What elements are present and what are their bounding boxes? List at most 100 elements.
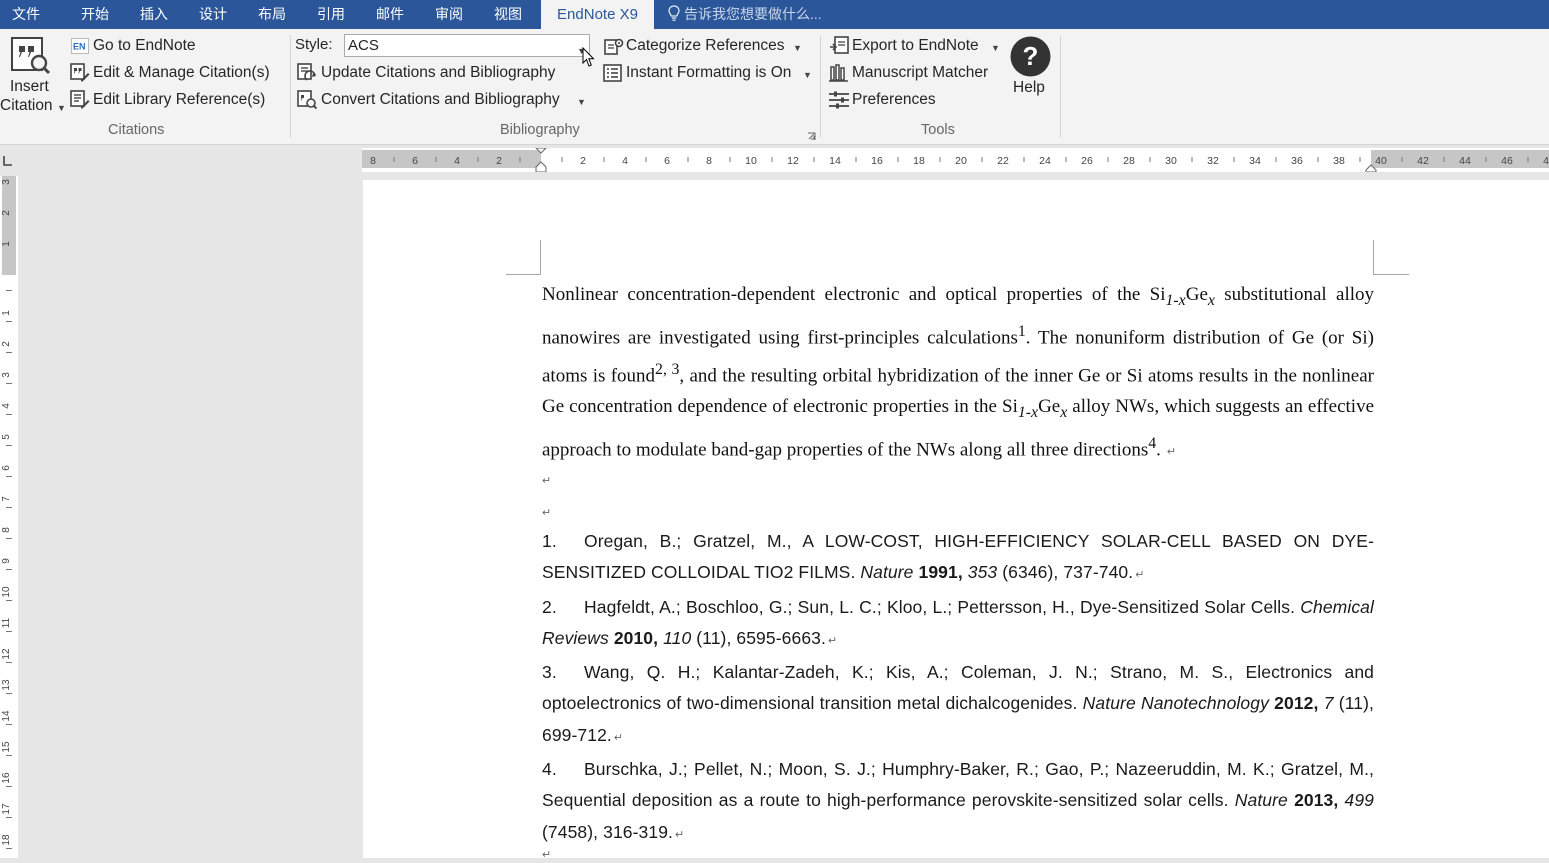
paragraph-mark: ↵ <box>827 634 838 647</box>
tab-4[interactable]: 布局 <box>258 0 286 29</box>
tab-selector-icon[interactable] <box>2 154 14 172</box>
reference-year: 2013, <box>1294 790 1339 811</box>
convert-citations-icon <box>297 90 318 114</box>
reference-number: 3. <box>542 662 557 683</box>
ruler-label: 34 <box>1249 155 1261 167</box>
paragraph-mark: ↵ <box>675 828 685 841</box>
svg-text:EN: EN <box>73 42 86 52</box>
instant-formatting-dropdown-icon[interactable]: ▼ <box>803 70 812 80</box>
ruler-label: 12 <box>1 648 12 660</box>
ruler-label: 2 <box>1 341 12 347</box>
citations-group-label: Citations <box>108 122 165 138</box>
convert-citations-button[interactable]: Convert Citations and Bibliography <box>321 91 560 109</box>
help-button[interactable]: ? <box>1010 36 1051 82</box>
reference-year: 2010, <box>613 627 659 648</box>
reference-entry[interactable]: 2. Hagfeldt, A.; Boschloo, G.; Sun, L. C.… <box>542 592 1374 658</box>
ruler-label: 1 <box>1 241 12 247</box>
citation-marker[interactable]: 4 <box>1148 435 1156 452</box>
ribbon: Insert Citation ▼ EN Go to EndNote Edit … <box>0 29 1549 145</box>
style-value: ACS <box>348 37 379 54</box>
paragraph-mark: ↵ <box>1135 569 1145 582</box>
ruler-label: 36 <box>1291 155 1303 167</box>
reference-pages: (11), 6595-6663. <box>691 627 826 648</box>
ruler-label: 2 <box>496 155 502 167</box>
ruler-label: 2 <box>1 210 12 216</box>
paragraph-mark: ↵ <box>613 731 624 744</box>
reference-journal: Nature Nanotechnology <box>1082 693 1269 714</box>
reference-volume: 353 <box>967 562 998 583</box>
subscript: x <box>1207 291 1215 309</box>
subscript: 1-x <box>1165 291 1186 309</box>
reference-journal: Nature <box>1234 790 1288 811</box>
edit-library-reference-button[interactable]: Edit Library Reference(s) <box>93 91 265 109</box>
citation-marker[interactable]: 1 <box>1018 323 1026 340</box>
go-to-endnote-button[interactable]: Go to EndNote <box>93 37 196 55</box>
instant-formatting-button[interactable]: Instant Formatting is On <box>626 64 791 82</box>
tab-0[interactable]: 文件 <box>12 0 40 29</box>
categorize-dropdown-icon[interactable]: ▼ <box>793 43 802 53</box>
tab-6[interactable]: 邮件 <box>376 0 404 29</box>
body-paragraph[interactable]: Nonlinear concentration-dependent electr… <box>542 279 1374 469</box>
preferences-button[interactable]: Preferences <box>852 91 936 109</box>
ruler-label: 22 <box>997 155 1009 167</box>
update-citations-icon <box>297 63 317 87</box>
reference-entry[interactable]: 3. Wang, Q. H.; Kalantar-Zadeh, K.; Kis, … <box>542 657 1374 754</box>
ruler-label: 8 <box>706 155 712 167</box>
ruler-label: 14 <box>829 155 841 167</box>
insert-citation-label2[interactable]: Citation <box>0 97 53 115</box>
insert-citation-label1: Insert <box>10 78 49 95</box>
insert-citation-button[interactable] <box>10 36 52 81</box>
reference-year: 1991, <box>918 562 963 583</box>
vertical-ruler[interactable]: 3 2 1 1 2 3 4 5 6 7 8 9 10 11 12 13 14 15 16 17 18 <box>0 176 18 858</box>
ruler-label: 17 <box>1 803 12 815</box>
export-to-endnote-button[interactable]: Export to EndNote <box>852 37 979 55</box>
help-icon: ? <box>1010 36 1051 77</box>
ruler-label: 10 <box>745 155 757 167</box>
crop-mark <box>1373 274 1409 275</box>
export-dropdown-icon[interactable]: ▼ <box>991 43 1000 53</box>
ruler-label: 3 <box>1 179 12 185</box>
tools-group-label: Tools <box>921 122 955 138</box>
export-icon <box>829 36 849 60</box>
ruler-label: 7 <box>1 496 12 502</box>
tab-8[interactable]: 视图 <box>494 0 522 29</box>
insert-citation-dropdown-icon[interactable]: ▼ <box>57 103 66 113</box>
bibliography-dialog-launcher-icon[interactable] <box>807 128 816 146</box>
ruler-label: 48 <box>1543 155 1549 167</box>
edit-manage-citations-button[interactable]: Edit & Manage Citation(s) <box>93 64 270 82</box>
categorize-references-button[interactable]: Categorize References <box>626 37 785 55</box>
convert-dropdown-icon[interactable]: ▼ <box>577 97 586 107</box>
ruler-margin-top <box>2 176 16 275</box>
reference-authors-title: Hagfeldt, A.; Boschloo, G.; Sun, L. C.; … <box>584 596 1301 617</box>
reference-entry[interactable]: 1. Oregan, B.; Gratzel, M., A LOW-COST, H… <box>542 526 1374 592</box>
tab-7[interactable]: 审阅 <box>435 0 463 29</box>
crop-mark <box>540 240 541 275</box>
ruler-label: 30 <box>1165 155 1177 167</box>
tell-me-box[interactable]: 告诉我您想要做什么... <box>668 0 822 29</box>
reference-pages: (6346), 737-740. <box>997 562 1134 583</box>
tab-2[interactable]: 插入 <box>140 0 168 29</box>
reference-pages: (7458), 316-319. <box>542 821 673 842</box>
tab-5[interactable]: 引用 <box>317 0 345 29</box>
citation-marker[interactable]: 2, 3 <box>655 361 679 378</box>
tab-1[interactable]: 开始 <box>81 0 109 29</box>
para-text: Ge <box>1038 396 1061 418</box>
update-citations-button[interactable]: Update Citations and Bibliography <box>321 64 555 82</box>
ruler-label: 4 <box>622 155 628 167</box>
reference-journal: Nature <box>860 562 914 583</box>
horizontal-ruler[interactable]: 8 6 4 2 2 4 6 8 10 12 14 16 18 20 22 24 26 28 30 32 34 36 38 40… <box>362 147 1549 173</box>
tab-3[interactable]: 设计 <box>199 0 227 29</box>
para-text: Ge <box>1185 284 1208 305</box>
ruler-label: 5 <box>1 434 12 440</box>
style-select[interactable]: ACS ▼ <box>344 34 590 57</box>
ruler-label: 9 <box>1 558 12 564</box>
bibliography[interactable]: 1. Oregan, B.; Gratzel, M., A LOW-COST, H… <box>542 526 1374 851</box>
endnote-logo-icon: EN <box>71 38 89 59</box>
manuscript-matcher-button[interactable]: Manuscript Matcher <box>852 64 988 82</box>
tab-endnote[interactable]: EndNote X9 <box>541 0 654 29</box>
ruler-label: 32 <box>1207 155 1219 167</box>
reference-number: 2. <box>542 596 557 617</box>
help-label: Help <box>1013 79 1045 96</box>
ruler-label: 14 <box>1 710 12 722</box>
reference-entry[interactable]: 4. Burschka, J.; Pellet, N.; Moon, S. J.;… <box>542 754 1374 851</box>
